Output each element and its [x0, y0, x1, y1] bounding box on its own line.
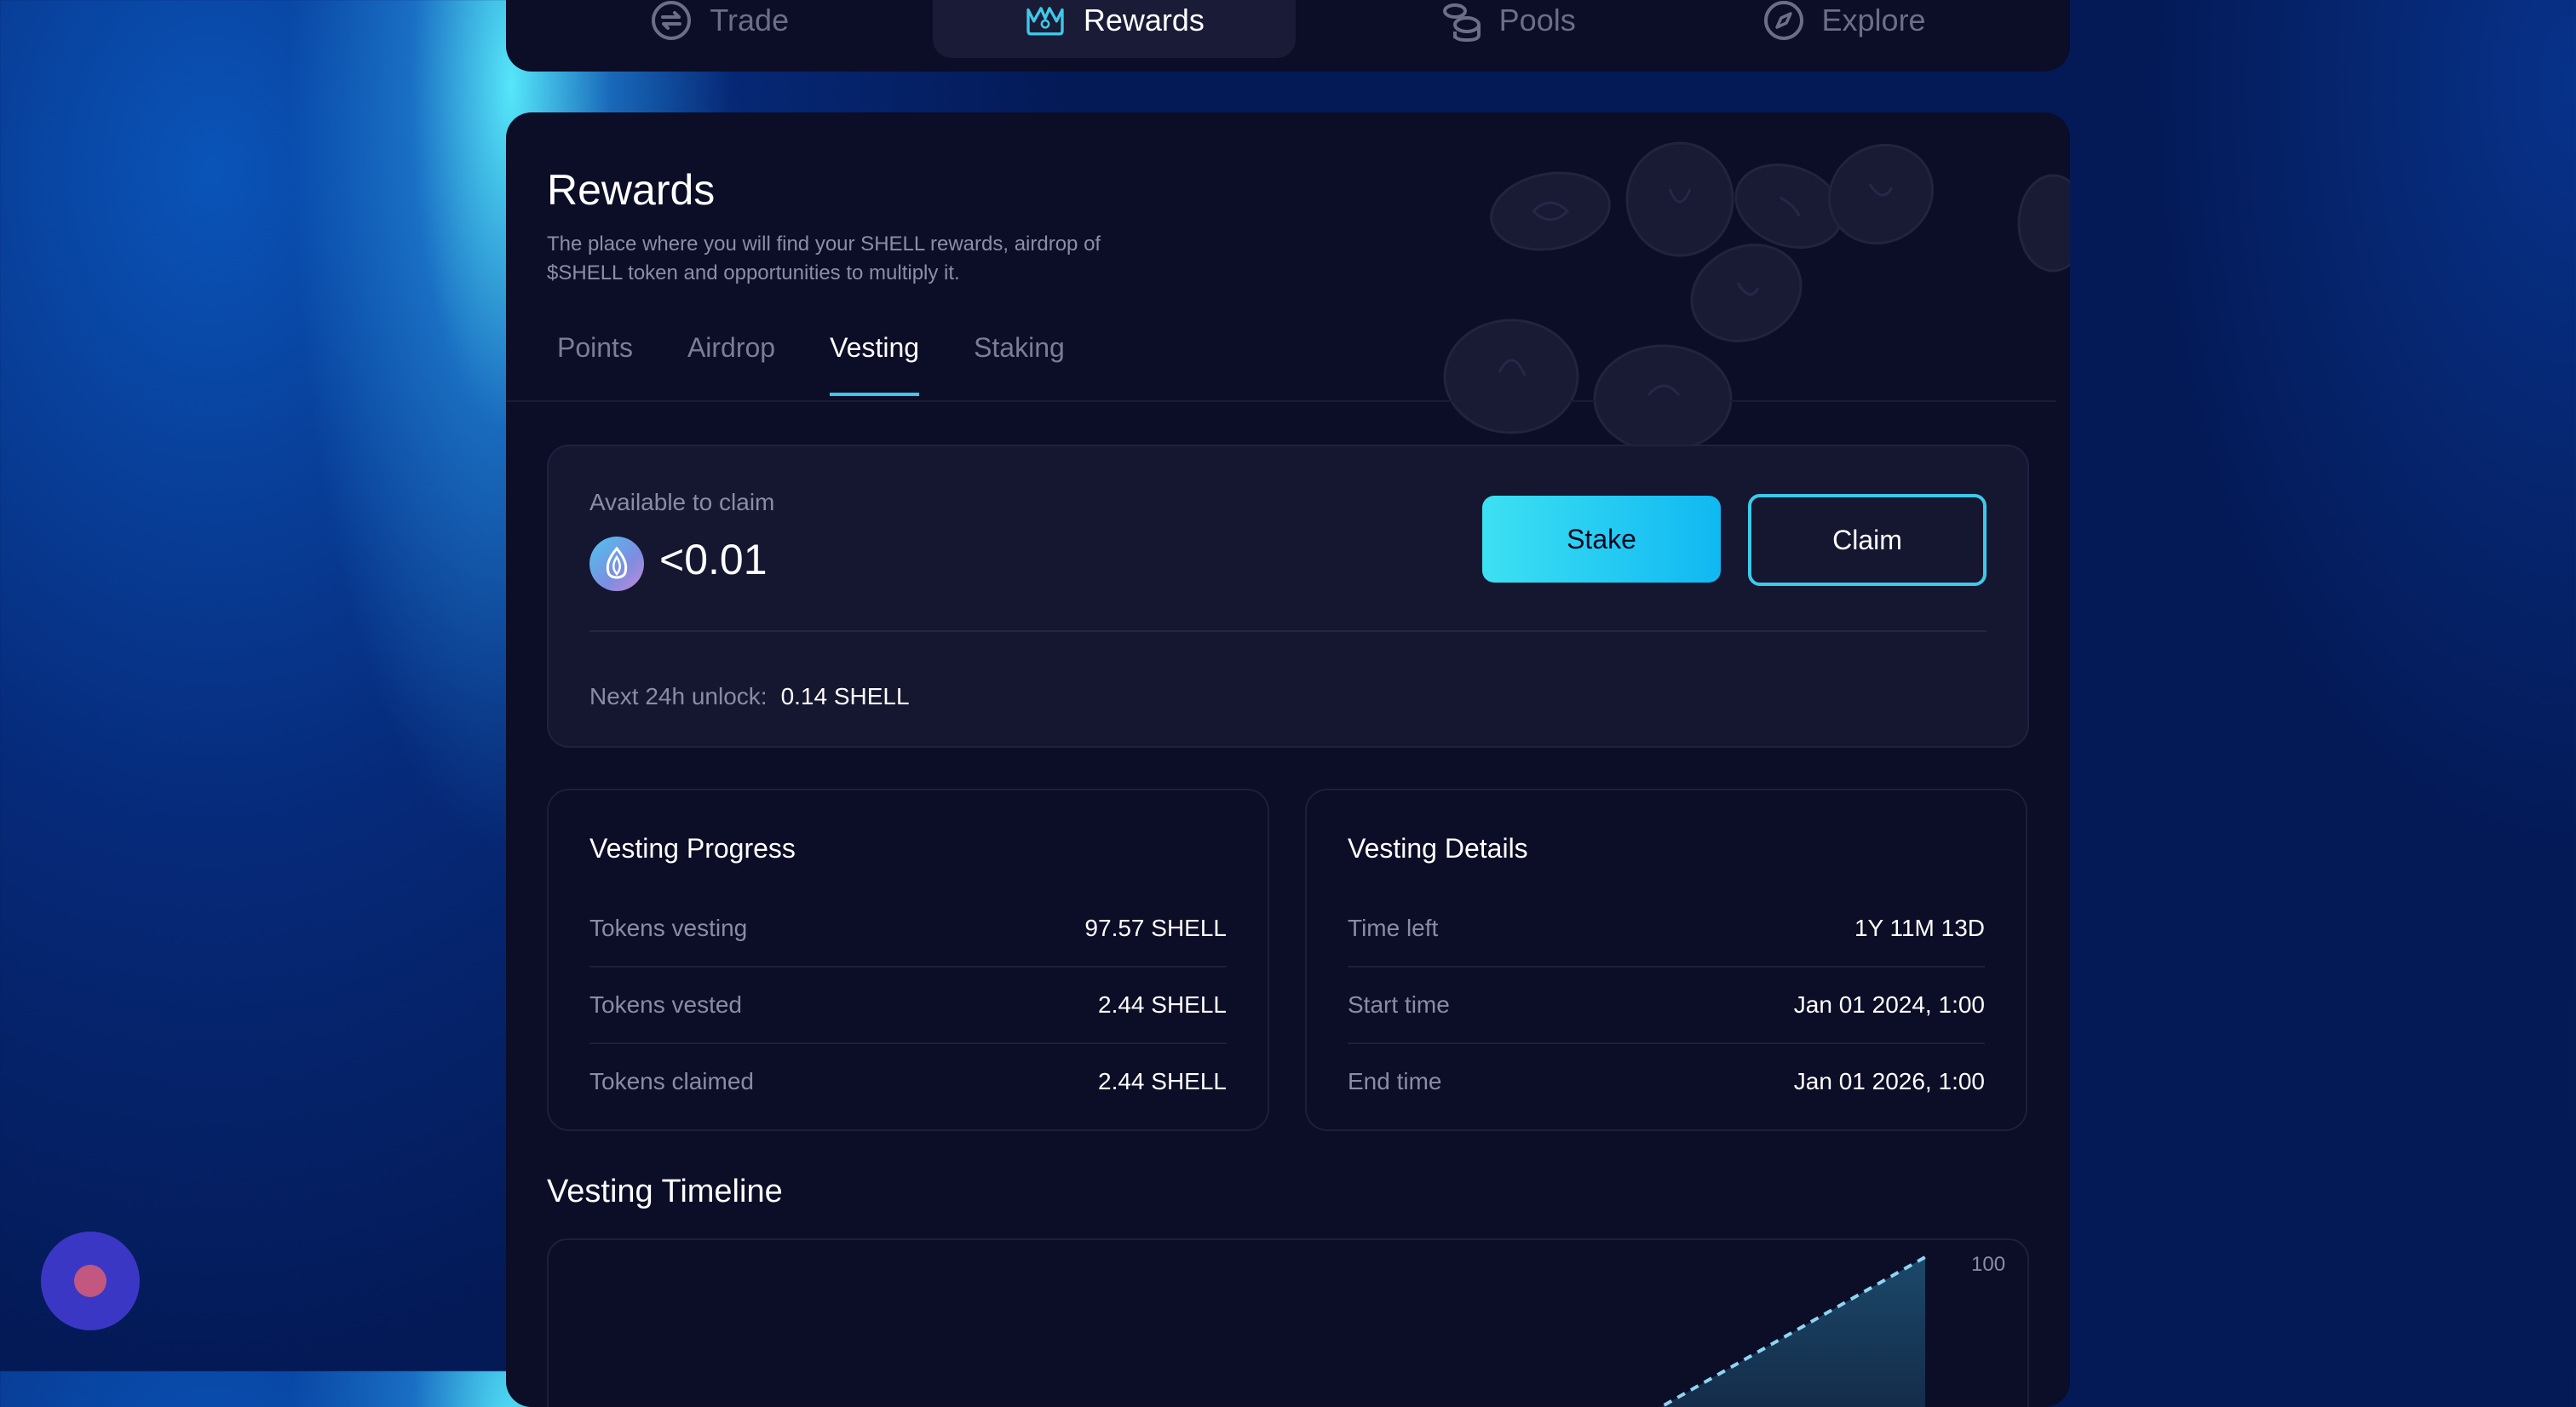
tokens-claimed-value: 2.44 SHELL — [1098, 1068, 1227, 1094]
nav-tab-label: Trade — [710, 3, 790, 37]
tab-airdrop[interactable]: Airdrop — [677, 332, 785, 396]
nav-tab-trade[interactable]: Trade — [607, 0, 831, 58]
nav-tab-rewards[interactable]: Rewards — [932, 0, 1296, 58]
nav-tab-pools[interactable]: Pools — [1397, 0, 1619, 58]
time-left-value: 1Y 11M 13D — [1854, 915, 1985, 941]
tabs-divider — [506, 400, 2056, 402]
panel-divider — [589, 630, 1987, 632]
tokens-vested-value: 2.44 SHELL — [1098, 991, 1227, 1018]
tokens-vesting-label: Tokens vesting — [589, 915, 748, 941]
table-row: Tokens claimed 2.44 SHELL — [589, 1044, 1227, 1119]
compass-icon — [1763, 1, 1803, 40]
tokens-claimed-label: Tokens claimed — [589, 1068, 754, 1094]
start-time-value: Jan 01 2024, 1:00 — [1793, 991, 1985, 1018]
available-label: Available to claim — [589, 489, 775, 515]
rewards-sub-tabs: Points Airdrop Vesting Staking — [547, 332, 1109, 396]
table-row: Tokens vested 2.44 SHELL — [589, 968, 1227, 1044]
next-unlock-label: Next 24h unlock: — [589, 683, 768, 709]
table-row: Start time Jan 01 2024, 1:00 — [1348, 968, 1985, 1044]
vesting-timeline-title: Vesting Timeline — [547, 1174, 783, 1209]
nav-tab-label: Rewards — [1083, 3, 1205, 37]
nav-tab-label: Pools — [1498, 3, 1576, 37]
claim-panel: Available to claim <0.01 Stake Claim Nex… — [547, 445, 2029, 748]
table-row: Tokens vesting 97.57 SHELL — [589, 891, 1227, 968]
start-time-label: Start time — [1348, 991, 1450, 1018]
coins-stack-icon — [1442, 3, 1481, 42]
nav-tab-explore[interactable]: Explore — [1720, 0, 1969, 58]
timeline-plot: 100 — [1657, 1253, 2005, 1407]
top-nav: Trade Rewards Pools Explore — [506, 0, 2070, 72]
crown-icon — [1026, 7, 1064, 36]
background-glow — [2065, 0, 2576, 1371]
rewards-card: Rewards The place where you will find yo… — [506, 112, 2070, 1407]
vesting-progress-card: Vesting Progress Tokens vesting 97.57 SH… — [547, 789, 1269, 1131]
vesting-area — [1660, 1257, 1925, 1407]
y-tick-label: 100 — [1971, 1253, 2005, 1276]
next-unlock-row: Next 24h unlock: 0.14 SHELL — [589, 683, 910, 710]
vesting-details-title: Vesting Details — [1348, 833, 1528, 864]
vesting-details-card: Vesting Details Time left 1Y 11M 13D Sta… — [1305, 789, 2027, 1131]
page-title: Rewards — [547, 166, 716, 214]
vesting-timeline-chart: 100 — [547, 1238, 2029, 1407]
time-left-label: Time left — [1348, 915, 1439, 941]
available-amount: <0.01 — [659, 536, 768, 583]
page-description: The place where you will find your SHELL… — [547, 233, 1101, 284]
shell-token-icon — [589, 537, 644, 591]
table-row: Time left 1Y 11M 13D — [1348, 891, 1985, 968]
table-row: End time Jan 01 2026, 1:00 — [1348, 1044, 1985, 1119]
tokens-vested-label: Tokens vested — [589, 991, 742, 1018]
end-time-value: Jan 01 2026, 1:00 — [1793, 1068, 1985, 1094]
chat-icon — [74, 1265, 106, 1297]
vesting-progress-title: Vesting Progress — [589, 833, 796, 864]
stake-button[interactable]: Stake — [1482, 496, 1721, 583]
tokens-vesting-value: 97.57 SHELL — [1084, 915, 1227, 941]
chat-widget-button[interactable] — [41, 1232, 140, 1330]
claim-button[interactable]: Claim — [1748, 494, 1987, 586]
nav-tab-label: Explore — [1821, 3, 1926, 37]
tab-vesting[interactable]: Vesting — [819, 332, 929, 396]
end-time-label: End time — [1348, 1068, 1442, 1094]
tab-staking[interactable]: Staking — [963, 332, 1075, 396]
next-unlock-value: 0.14 SHELL — [780, 683, 910, 709]
tab-points[interactable]: Points — [547, 332, 643, 396]
swap-icon — [652, 1, 692, 40]
